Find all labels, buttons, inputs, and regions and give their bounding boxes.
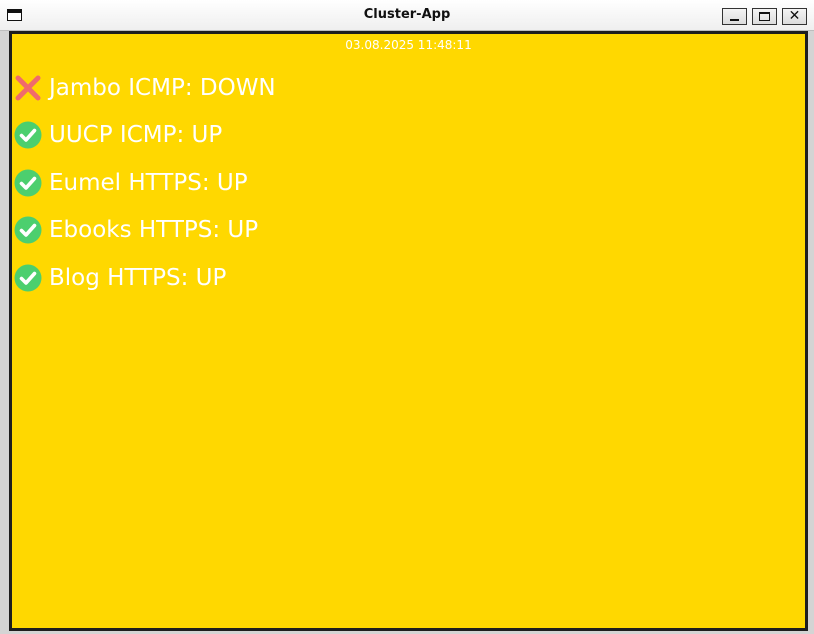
red-x-icon (14, 74, 42, 102)
window-title: Cluster-App (363, 7, 451, 22)
status-row: Ebooks HTTPS: UP (14, 207, 276, 255)
maximize-icon (759, 12, 770, 21)
green-check-icon (14, 216, 42, 244)
minimize-icon (730, 19, 739, 21)
status-row: UUCP ICMP: UP (14, 112, 276, 160)
status-row: Blog HTTPS: UP (14, 254, 276, 302)
minimize-button[interactable] (722, 8, 747, 25)
timestamp: 03.08.2025 11:48:11 (345, 38, 472, 52)
close-icon: ✕ (788, 8, 801, 24)
green-check-icon (14, 264, 42, 292)
green-check-icon (14, 121, 42, 149)
status-label: Blog HTTPS: UP (49, 264, 227, 291)
status-label: Eumel HTTPS: UP (49, 169, 248, 196)
status-row: Jambo ICMP: DOWN (14, 64, 276, 112)
status-list: Jambo ICMP: DOWN UUCP ICMP: UP Eumel HTTPS… (14, 64, 276, 302)
status-row: Eumel HTTPS: UP (14, 159, 276, 207)
close-button[interactable]: ✕ (782, 8, 807, 25)
maximize-button[interactable] (752, 8, 777, 25)
title-bar[interactable]: Cluster-App ✕ (0, 0, 814, 31)
status-label: Jambo ICMP: DOWN (49, 74, 276, 101)
status-label: UUCP ICMP: UP (49, 122, 223, 149)
app-window: Cluster-App ✕ 03.08.2025 11:48:11 Jambo … (0, 0, 814, 634)
green-check-icon (14, 169, 42, 197)
status-panel: 03.08.2025 11:48:11 Jambo ICMP: DOWN UUCP… (9, 31, 808, 631)
status-label: Ebooks HTTPS: UP (49, 217, 259, 244)
